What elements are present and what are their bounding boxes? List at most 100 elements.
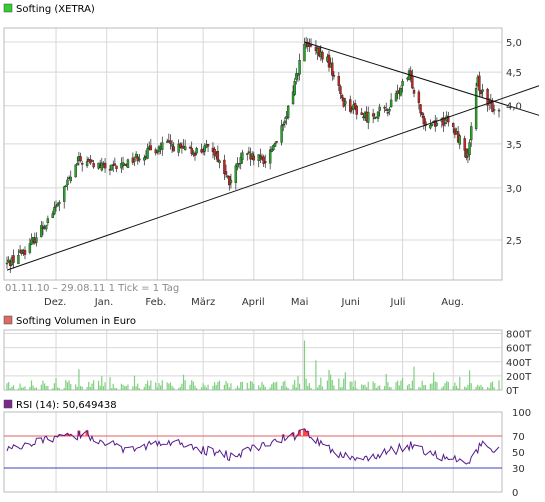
candle-body	[234, 165, 238, 183]
candle-body	[394, 93, 398, 102]
candle-body	[63, 186, 66, 202]
candle-body	[417, 91, 421, 104]
price-chart-title: Softing (XETRA)	[16, 4, 95, 15]
x-tick-label: März	[191, 297, 215, 308]
x-tick-label: Jan.	[94, 297, 114, 308]
price-legend-swatch	[3, 3, 13, 13]
rsi-y-tick-label: 100	[512, 408, 531, 419]
price-y-tick-label: 4,0	[506, 102, 522, 113]
candle-body	[268, 149, 272, 164]
stock-chart: Dez. Jan. Feb. März April Mai Juni Juli Aug. 5,0 4…	[3, 3, 540, 499]
candle-body	[79, 156, 82, 162]
candle-body	[340, 94, 344, 99]
candle-body	[85, 161, 89, 167]
x-tick-label: Aug.	[441, 297, 464, 308]
candle-body	[113, 163, 117, 166]
candle-body	[388, 109, 391, 112]
candle-body	[66, 179, 69, 185]
candle-body	[463, 138, 466, 151]
x-tick-label: Juni	[341, 297, 360, 308]
candle-body	[259, 155, 262, 158]
x-tick-label: Dez.	[44, 297, 66, 308]
candle-body	[344, 100, 347, 105]
grid-layer	[4, 28, 502, 492]
volume-y-tick-label: 800T	[506, 330, 532, 341]
candle-body	[169, 140, 172, 144]
candle-body	[412, 90, 416, 94]
candle-body	[497, 109, 501, 112]
candle-body	[28, 243, 32, 253]
candle-body	[331, 62, 334, 76]
date-range-footer: 01.11.10 – 29.08.11 1 Tick = 1 Tag	[5, 283, 179, 294]
candle-body	[435, 122, 439, 126]
candle-body	[378, 106, 381, 111]
candle-body	[149, 145, 153, 151]
x-tick-label: April	[242, 297, 265, 308]
candle-body	[41, 227, 45, 230]
price-y-tick-label: 3,0	[506, 184, 522, 195]
candle-body	[420, 112, 424, 116]
candle-body	[138, 158, 141, 161]
candle-body	[64, 185, 68, 187]
x-tick-label: Mai	[291, 297, 309, 308]
candle-body	[56, 203, 59, 207]
rsi-y-tick-label: 70	[512, 432, 525, 443]
price-y-tick-label: 5,0	[506, 38, 522, 49]
candle-body	[275, 141, 278, 143]
candle-body	[146, 148, 149, 159]
volume-y-tick-label: 600T	[506, 344, 532, 355]
candle-body	[468, 142, 471, 156]
trendline	[6, 85, 540, 271]
trendlines	[6, 41, 540, 271]
candle-body	[367, 112, 370, 123]
candle-body	[293, 81, 296, 95]
candle-body	[386, 112, 390, 114]
x-tick-label: Feb.	[145, 297, 166, 308]
candle-body	[474, 88, 478, 129]
candle-body	[481, 89, 484, 92]
candle-body	[126, 159, 130, 168]
candle-body	[23, 250, 27, 255]
rsi-overbought-fill	[57, 428, 310, 436]
candle-body	[58, 201, 61, 205]
candle-body	[470, 126, 473, 141]
candle-body	[273, 143, 277, 147]
candle-body	[492, 109, 496, 111]
candle-body	[478, 75, 481, 91]
candle-body	[103, 162, 107, 169]
candle-body	[264, 161, 267, 164]
candle-body	[252, 155, 256, 161]
candle-body	[5, 262, 9, 265]
candle-body	[298, 59, 301, 75]
candle-body	[247, 151, 251, 154]
candle-body	[241, 152, 244, 160]
candle-body	[90, 160, 94, 162]
x-tick-label: Juli	[390, 297, 406, 308]
candle-body	[360, 112, 363, 115]
price-y-tick-label: 4,5	[506, 68, 522, 79]
candle-body	[401, 81, 404, 86]
candle-body	[282, 123, 285, 126]
candle-body	[411, 75, 414, 89]
candle-body	[430, 123, 434, 127]
candle-body	[286, 105, 290, 118]
candle-body	[371, 113, 375, 117]
candle-body	[218, 160, 221, 164]
candle-body	[45, 225, 48, 230]
candle-body	[224, 171, 228, 175]
rsi-line	[4, 428, 502, 469]
candle-body	[399, 88, 403, 96]
rsi-legend-swatch	[3, 399, 13, 409]
rsi-series-line	[6, 428, 500, 465]
candle-body	[183, 146, 187, 151]
candle-body	[280, 125, 283, 143]
panel-frames	[3, 27, 503, 493]
candle-body	[216, 151, 220, 163]
candle-body	[172, 146, 175, 152]
candle-body	[321, 51, 324, 60]
volume-y-tick-label: 0T	[506, 386, 519, 397]
candle-body	[69, 176, 72, 182]
candle-body	[355, 105, 358, 115]
candle-body	[76, 163, 79, 166]
rsi-y-tick-label: 30	[512, 464, 525, 475]
